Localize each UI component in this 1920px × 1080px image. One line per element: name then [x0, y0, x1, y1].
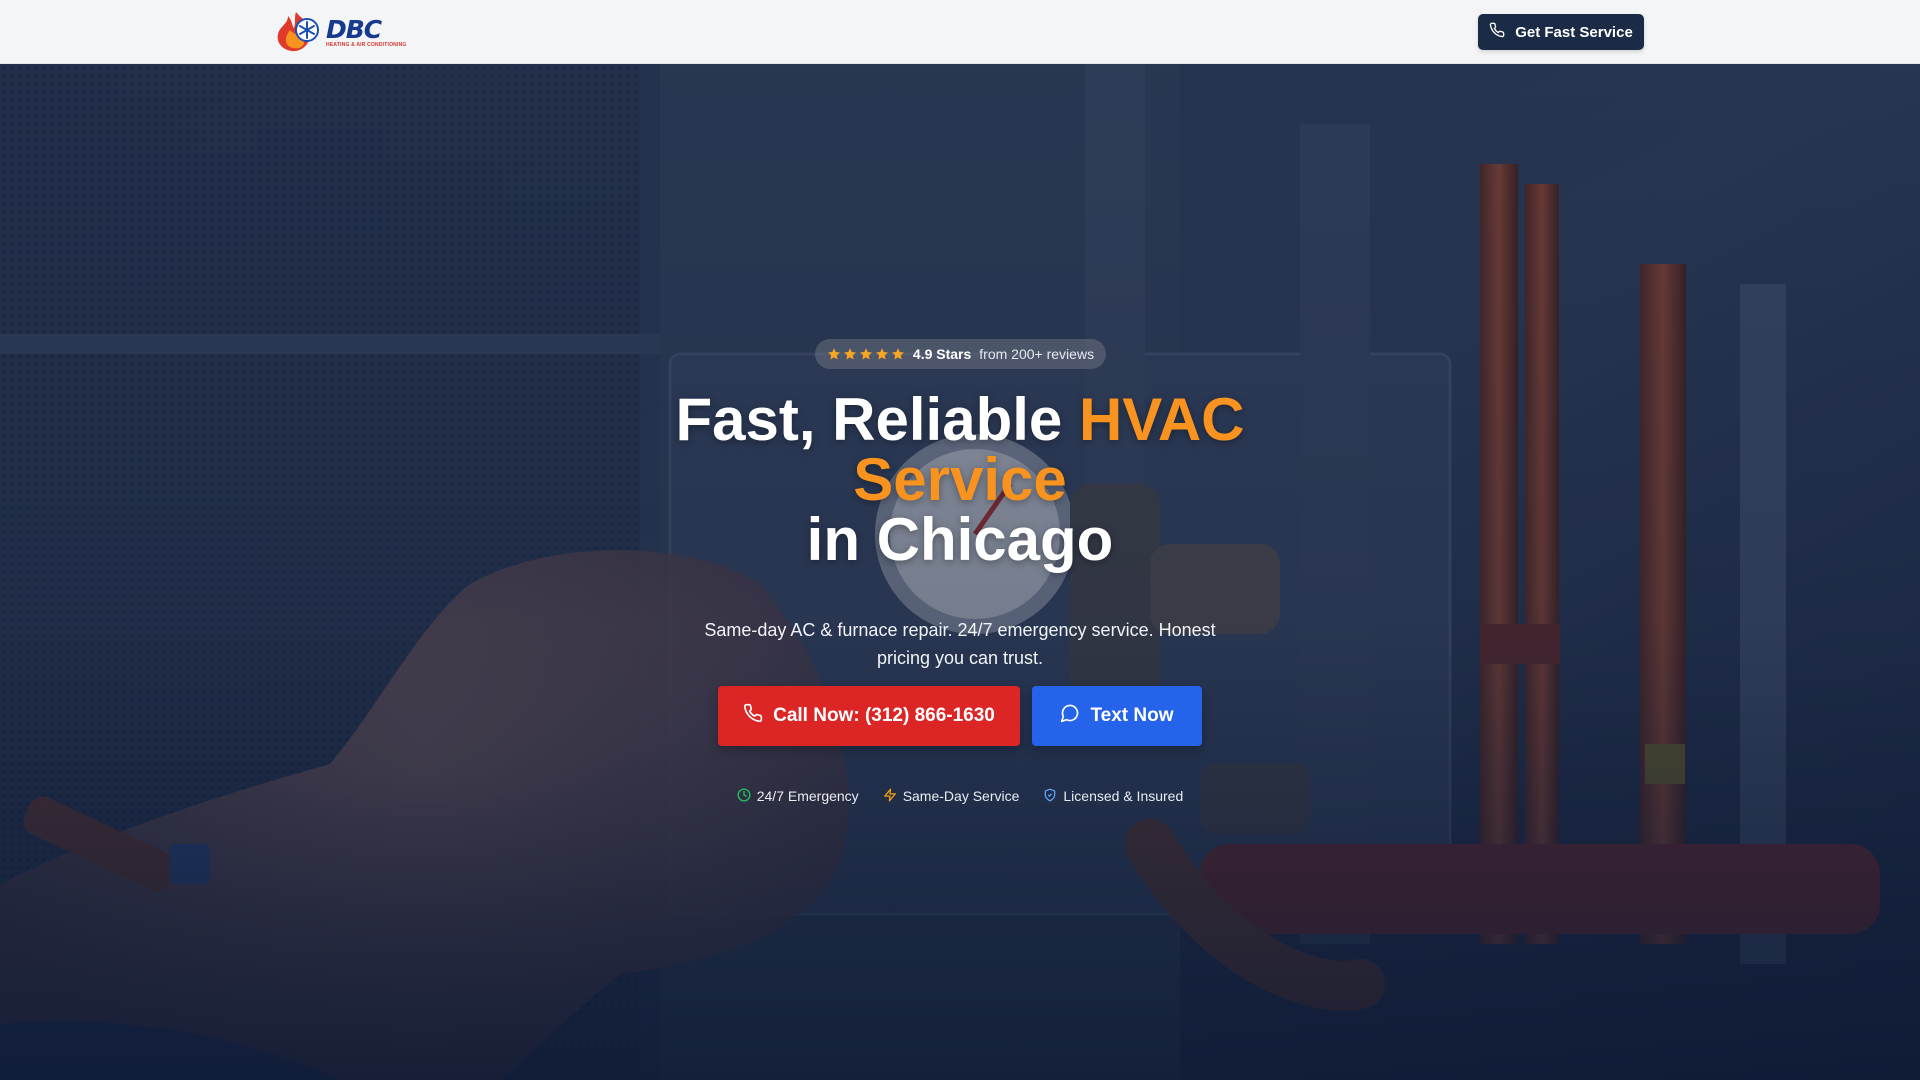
star-icon [859, 348, 872, 360]
trust-badge-label: 24/7 Emergency [756, 788, 859, 804]
phone-icon [1489, 22, 1505, 42]
star-icon [875, 348, 888, 360]
get-fast-service-label: Get Fast Service [1515, 23, 1633, 41]
star-icon [891, 348, 904, 360]
dbc-logo[interactable]: DBC HEATING & AIR CONDITIONING [274, 10, 406, 54]
lightning-icon [883, 788, 897, 805]
chat-bubble-icon [1060, 703, 1080, 729]
trust-badge-licensed: Licensed & Insured [1043, 788, 1183, 805]
phone-icon [743, 703, 763, 729]
get-fast-service-button[interactable]: Get Fast Service [1478, 14, 1644, 50]
text-now-button[interactable]: Text Now [1032, 686, 1202, 746]
headline-accent-hvac: HVAC [1078, 386, 1245, 453]
logo-tagline: HEATING & AIR CONDITIONING [326, 41, 407, 48]
rating-review-count: from 200+ reviews [979, 346, 1095, 362]
call-now-button[interactable]: Call Now: (312) 866-1630 [718, 686, 1020, 746]
trust-badges: 24/7 Emergency Same-Day Service Licensed… [720, 784, 1200, 808]
hero-headline: Fast, Reliable HVAC Service in Chicago [560, 390, 1360, 570]
clock-icon [737, 788, 751, 805]
headline-part-1: Fast, Reliable [675, 386, 1079, 453]
trust-badge-label: Licensed & Insured [1063, 788, 1184, 804]
hero-subheadline: Same-day AC & furnace repair. 24/7 emerg… [704, 620, 1216, 668]
headline-accent-service: Service [853, 446, 1067, 513]
rating-badge: 4.9 Stars from 200+ reviews [815, 339, 1106, 369]
headline-part-2: in Chicago [806, 506, 1114, 573]
call-now-label: Call Now: (312) 866-1630 [773, 705, 995, 726]
site-header: DBC HEATING & AIR CONDITIONING Get Fast … [0, 0, 1920, 64]
trust-badge-label: Same-Day Service [902, 788, 1020, 804]
rating-value: 4.9 Stars [912, 346, 972, 362]
flame-snowflake-logo-icon [274, 10, 324, 54]
logo-wordmark: DBC [326, 14, 382, 44]
shield-icon [1043, 788, 1057, 805]
star-icon [843, 348, 856, 360]
star-icon [827, 348, 840, 360]
trust-badge-same-day: Same-Day Service [883, 788, 1020, 805]
five-star-rating [827, 347, 905, 361]
trust-badge-emergency: 24/7 Emergency [737, 788, 859, 805]
text-now-label: Text Now [1090, 705, 1174, 726]
